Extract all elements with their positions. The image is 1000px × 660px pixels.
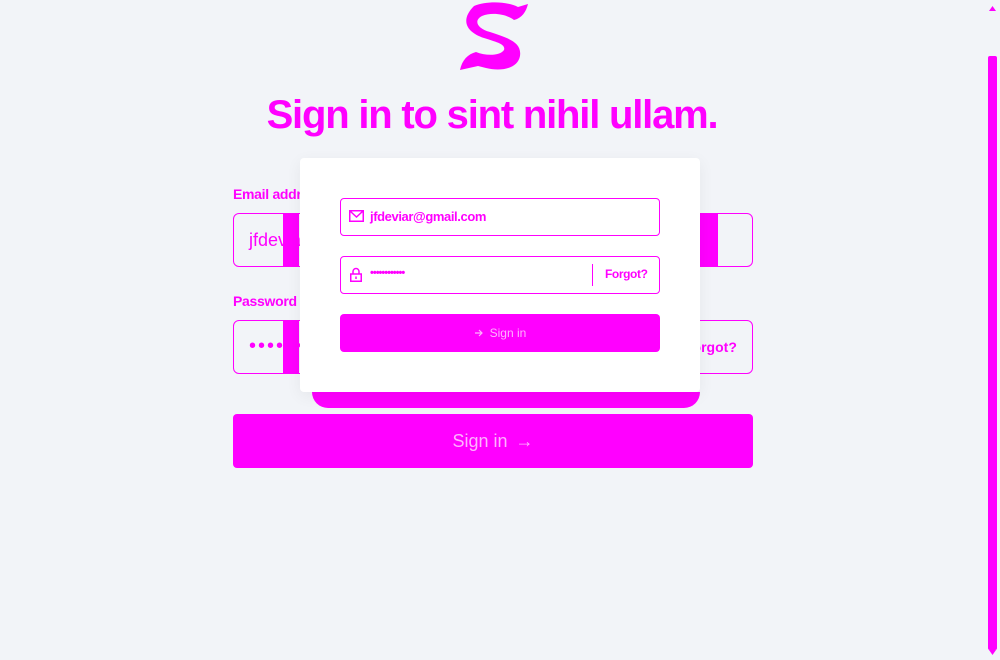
sign-in-button[interactable]: Sign in → [233,414,753,468]
card-sign-in-label: Sign in [489,326,527,340]
scroll-up-icon[interactable] [988,4,997,13]
password-label: Password [233,293,297,309]
scroll-down-icon[interactable] [988,648,997,657]
sign-in-icon [474,329,483,337]
lock-icon [350,267,362,282]
card-password-value: •••••••••••• [370,267,405,279]
email-field-accent [283,213,299,267]
brand-logo-icon [460,2,528,71]
card-sign-in-button[interactable]: Sign in [340,314,660,352]
card-forgot-link[interactable]: Forgot? [605,267,648,281]
mail-icon [349,210,364,222]
password-field-accent [283,320,299,374]
scrollbar-thumb[interactable] [988,56,997,650]
arrow-right-icon: → [515,430,534,451]
card-email-value: jfdeviar@gmail.com [370,209,487,224]
email-field-accent [700,213,718,267]
card-shadow-artifact [312,392,700,408]
sign-in-button-label: Sign in [452,430,508,451]
card-password-divider [592,264,593,286]
page-title: Sign in to sint nihil ullam. [266,93,719,137]
